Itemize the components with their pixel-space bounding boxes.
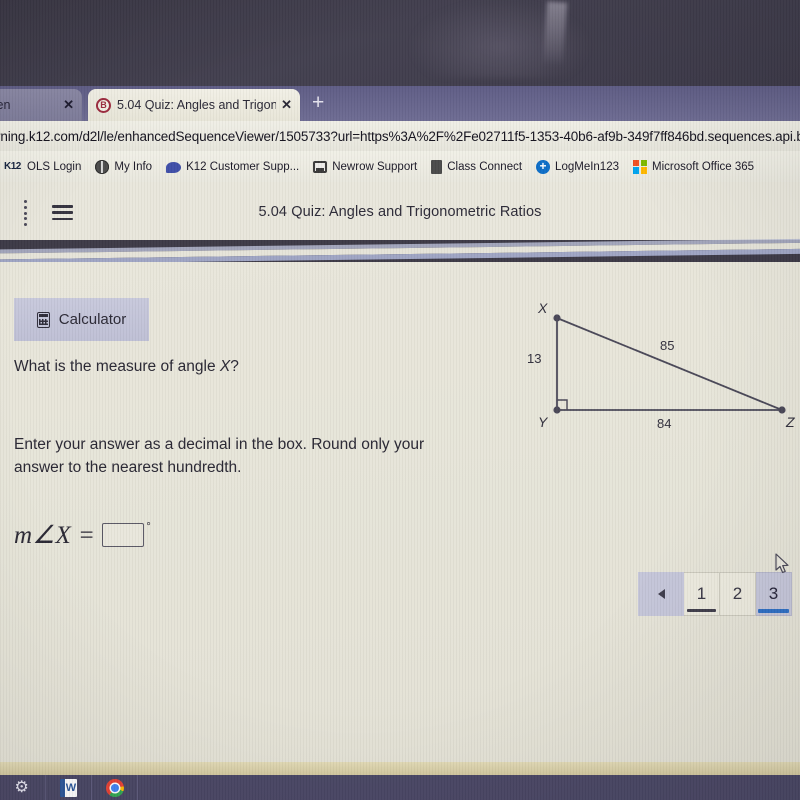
bookmark-label: LogMeIn123 xyxy=(555,160,619,173)
microsoft-squares-icon xyxy=(633,159,647,174)
settings-gear-icon: ⚙ xyxy=(14,778,29,796)
taskbar-word-button[interactable]: W xyxy=(46,775,92,800)
bookmark-k12-customer-support[interactable]: K12 Customer Supp... xyxy=(166,160,299,173)
bookmark-label: My Info xyxy=(114,160,153,173)
taskbar-chrome-button[interactable] xyxy=(92,775,138,800)
bookmark-label: Microsoft Office 365 xyxy=(652,160,755,173)
vertex-label-z: Z xyxy=(786,414,795,430)
word-icon: W xyxy=(60,778,77,797)
page-button-2[interactable]: 2 xyxy=(720,572,756,616)
answer-row: m∠X = ° xyxy=(14,520,151,550)
bookmark-newrow-support[interactable]: Newrow Support xyxy=(313,160,417,173)
bookmarks-bar: K12 OLS Login My Info K12 Customer Supp.… xyxy=(0,151,800,182)
bookmark-ols-login[interactable]: K12 OLS Login xyxy=(4,160,81,174)
question-text-content: What is the measure of angle X? xyxy=(14,358,239,375)
side-label-xy: 13 xyxy=(527,351,542,366)
chat-bubble-icon xyxy=(166,162,182,173)
triangle-svg xyxy=(553,314,786,414)
bookmark-label: K12 Customer Supp... xyxy=(186,160,300,173)
tab-title: erican Ren xyxy=(0,98,11,112)
vertex-label-x: X xyxy=(538,300,548,316)
calculator-button-label: Calculator xyxy=(58,311,127,328)
newrow-icon xyxy=(313,161,328,173)
globe-icon xyxy=(95,159,110,174)
bookmark-logmein123[interactable]: + LogMeIn123 xyxy=(536,159,619,174)
bookmark-microsoft-office-365[interactable]: Microsoft Office 365 xyxy=(633,159,755,174)
browser-tab-strip: erican Ren ✕ B 5.04 Quiz: Angles and Tri… xyxy=(0,86,800,121)
favicon-icon: B xyxy=(96,97,111,113)
monitor-bezel xyxy=(0,0,800,86)
address-bar[interactable]: rning.k12.com/d2l/le/enhancedSequenceVie… xyxy=(0,121,800,151)
logmein-plus-icon: + xyxy=(536,159,551,174)
bookmark-class-connect[interactable]: Class Connect xyxy=(431,159,523,174)
answer-expression-label: m∠X = xyxy=(14,522,96,549)
calculator-button[interactable]: Calculator xyxy=(14,298,149,341)
k12-icon: K12 xyxy=(4,160,21,172)
calculator-icon xyxy=(36,311,50,328)
side-label-yz: 84 xyxy=(657,416,672,431)
vertex-label-y: Y xyxy=(538,414,548,430)
previous-page-button[interactable] xyxy=(638,572,684,616)
screen-photo: erican Ren ✕ B 5.04 Quiz: Angles and Tri… xyxy=(0,0,800,800)
taskbar-settings-button[interactable]: ⚙ xyxy=(0,775,46,800)
chevron-left-icon xyxy=(657,589,665,599)
degree-symbol: ° xyxy=(146,521,151,533)
page-button-1[interactable]: 1 xyxy=(684,572,720,616)
class-connect-icon xyxy=(431,159,443,174)
close-icon[interactable]: ✕ xyxy=(281,97,292,113)
triangle-figure: X Y Z 13 85 84 xyxy=(512,288,800,448)
instruction-text: Enter your answer as a decimal in the bo… xyxy=(14,436,425,476)
question-text: What is the measure of angle X? xyxy=(14,358,239,376)
close-icon[interactable]: ✕ xyxy=(63,97,74,113)
browser-tab-active[interactable]: B 5.04 Quiz: Angles and Trigonome ✕ xyxy=(88,89,300,121)
side-label-xz: 85 xyxy=(660,338,675,353)
chrome-icon xyxy=(105,778,124,797)
pagination: 1 2 3 xyxy=(638,572,792,616)
tab-title: 5.04 Quiz: Angles and Trigonome xyxy=(117,98,277,112)
bookmark-label: Class Connect xyxy=(447,160,523,173)
page-title: 5.04 Quiz: Angles and Trigonometric Rati… xyxy=(258,204,542,220)
page-button-3[interactable]: 3 xyxy=(756,572,792,616)
new-tab-button[interactable]: + xyxy=(312,92,324,113)
bookmark-label: Newrow Support xyxy=(332,160,418,173)
answer-input[interactable] xyxy=(102,523,145,547)
bookmark-my-info[interactable]: My Info xyxy=(95,159,153,174)
browser-tab-inactive[interactable]: erican Ren ✕ xyxy=(0,89,82,121)
windows-taskbar: ⚙ W xyxy=(0,775,800,800)
bookmark-label: OLS Login xyxy=(27,160,82,173)
url-text: rning.k12.com/d2l/le/enhancedSequenceVie… xyxy=(0,128,800,144)
